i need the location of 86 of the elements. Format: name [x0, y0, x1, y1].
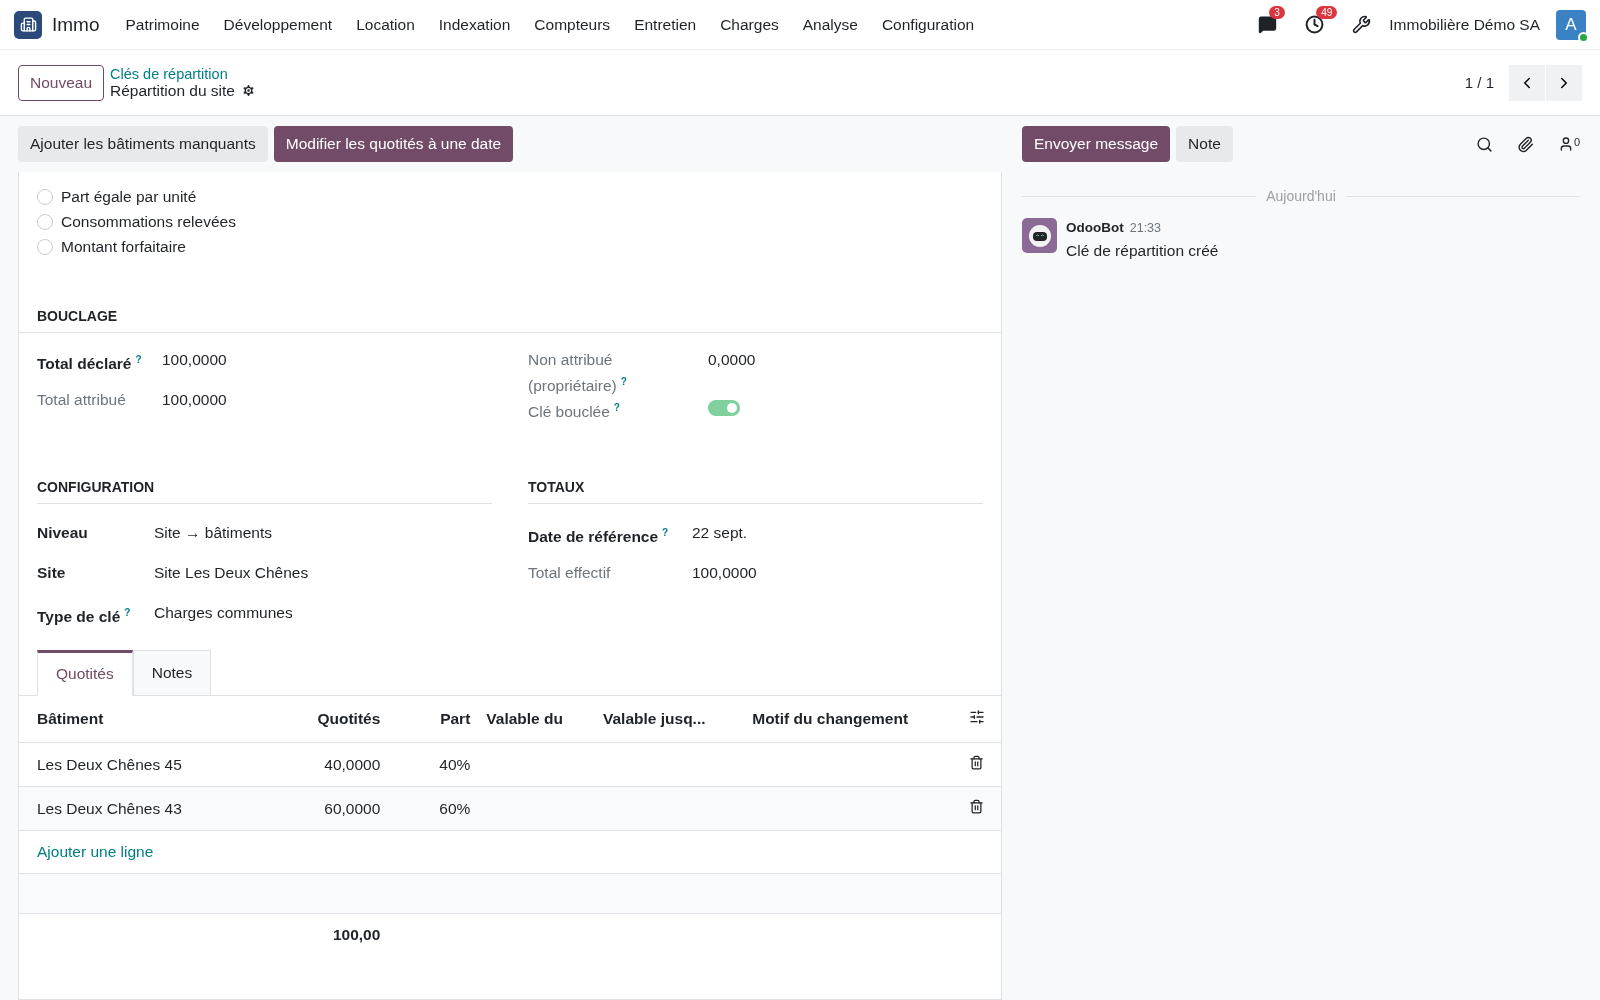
pager-value: 1 / 1 — [1464, 74, 1494, 91]
user-avatar[interactable]: A — [1556, 9, 1586, 40]
field-label: Total effectif — [528, 563, 612, 584]
action-button[interactable]: Ajouter les bâtiments manquants — [18, 126, 268, 162]
nav-menu-item[interactable]: Patrimoine — [113, 15, 212, 34]
field-label: Site — [37, 563, 67, 584]
tab[interactable]: Quotités — [37, 650, 133, 697]
field-label: Total déclaré $^{?}$ — [37, 353, 143, 375]
column-header: Valable jusq... — [595, 696, 745, 743]
field-label: Total attribué — [37, 390, 127, 410]
message-time: 21:33 — [1129, 221, 1161, 235]
count-badge: 3 — [1269, 6, 1285, 19]
trash-icon[interactable] — [968, 755, 984, 771]
field-value: 22 sept. — [692, 523, 749, 544]
field-value: 0,0000 — [708, 350, 757, 370]
company-name[interactable]: Immobilière Démo SA — [1389, 15, 1540, 34]
add-line-link[interactable]: Ajouter une ligne — [37, 843, 154, 861]
table-cell: Les Deux Chênes 45 — [19, 742, 289, 787]
sliders-icon[interactable] — [968, 709, 985, 726]
column-header: Bâtiment — [19, 696, 289, 743]
field-value: 100,0000 — [162, 390, 228, 410]
app-name[interactable]: Immo — [52, 13, 100, 36]
app-icon[interactable] — [14, 10, 42, 39]
table-cell: 40% — [388, 742, 479, 787]
table-cell: 60,0000 — [289, 786, 389, 831]
bot-avatar — [1022, 218, 1057, 253]
toggle-switch[interactable] — [708, 400, 740, 417]
section-title: BOUCLAGE — [19, 308, 1001, 333]
paperclip-icon[interactable] — [1516, 135, 1534, 153]
nav-menu-item[interactable]: Développement — [211, 15, 345, 34]
breadcrumb-link[interactable]: Clés de répartition — [110, 65, 256, 82]
field-label: Date de référence $^{?}$ — [528, 526, 670, 548]
table-cell: 60% — [388, 786, 479, 831]
field-value: 100,0000 — [162, 350, 228, 370]
action-button[interactable]: Modifier les quotités à une date — [273, 126, 514, 162]
nav-menu-item[interactable]: Location — [344, 15, 427, 34]
trash-icon[interactable] — [968, 799, 984, 815]
count-badge: 49 — [1316, 6, 1338, 19]
radio-button[interactable] — [37, 189, 53, 205]
radio-label: Consommations relevées — [61, 213, 236, 231]
followers-button[interactable]: 0 — [1557, 136, 1580, 152]
field-value: Site → bâtiments — [154, 523, 274, 544]
help-icon: ? — [620, 376, 627, 387]
field-label: Niveau — [37, 523, 89, 544]
clock-icon[interactable] — [1305, 15, 1325, 34]
field-value: 100,0000 — [692, 563, 758, 584]
nav-menu-item[interactable]: Charges — [708, 15, 791, 34]
help-icon: ? — [613, 402, 620, 414]
chatter-button[interactable]: Envoyer message — [1022, 126, 1171, 162]
help-icon: ? — [124, 607, 131, 619]
section-title: TOTAUX — [528, 479, 983, 505]
tab[interactable]: Notes — [132, 650, 212, 697]
help-icon: ? — [662, 527, 669, 539]
record-title: Répartition du site — [110, 81, 235, 100]
field-label: Clé bouclée $^{?}$ — [528, 401, 621, 423]
nav-menu-item[interactable]: Entretien — [622, 15, 709, 34]
nav-menu-item[interactable]: Indexation — [426, 15, 523, 34]
field-label: Non attribué (propriétaire) $^{?}$ — [528, 350, 628, 397]
nav-menu-item[interactable]: Analyse — [790, 15, 870, 34]
tools-icon[interactable] — [1352, 15, 1372, 34]
field-value: Site Les Deux Chênes — [154, 563, 310, 584]
help-icon: ? — [135, 354, 142, 365]
column-header: Quotités — [289, 696, 389, 743]
column-header: Part — [388, 696, 479, 743]
nav-menu-item[interactable]: Configuration — [869, 15, 987, 34]
table-cell: Les Deux Chênes 43 — [19, 786, 289, 831]
search-icon[interactable] — [1475, 135, 1493, 153]
radio-label: Montant forfaitaire — [61, 238, 186, 256]
section-title: CONFIGURATION — [37, 479, 492, 505]
date-separator: Aujourd'hui — [1022, 188, 1580, 204]
radio-button[interactable] — [37, 214, 53, 230]
table-cell: 40,0000 — [289, 742, 389, 787]
column-header: Motif du changement — [744, 696, 961, 743]
gear-icon[interactable] — [241, 83, 256, 98]
nav-menu-item[interactable]: Compteurs — [522, 15, 623, 34]
radio-button[interactable] — [37, 239, 53, 255]
message-author: OdooBot — [1066, 220, 1124, 235]
column-header: Valable du — [478, 696, 595, 743]
new-button[interactable]: Nouveau — [18, 64, 105, 101]
radio-label: Part égale par unité — [61, 188, 197, 206]
message-body: Clé de répartition créé — [1066, 242, 1219, 260]
field-value: Charges communes — [154, 603, 294, 624]
total-value: 100,00 — [289, 913, 389, 957]
chat-icon[interactable] — [1258, 15, 1278, 34]
field-label: Type de clé $^{?}$ — [37, 606, 132, 628]
chatter-button[interactable]: Note — [1176, 126, 1233, 162]
